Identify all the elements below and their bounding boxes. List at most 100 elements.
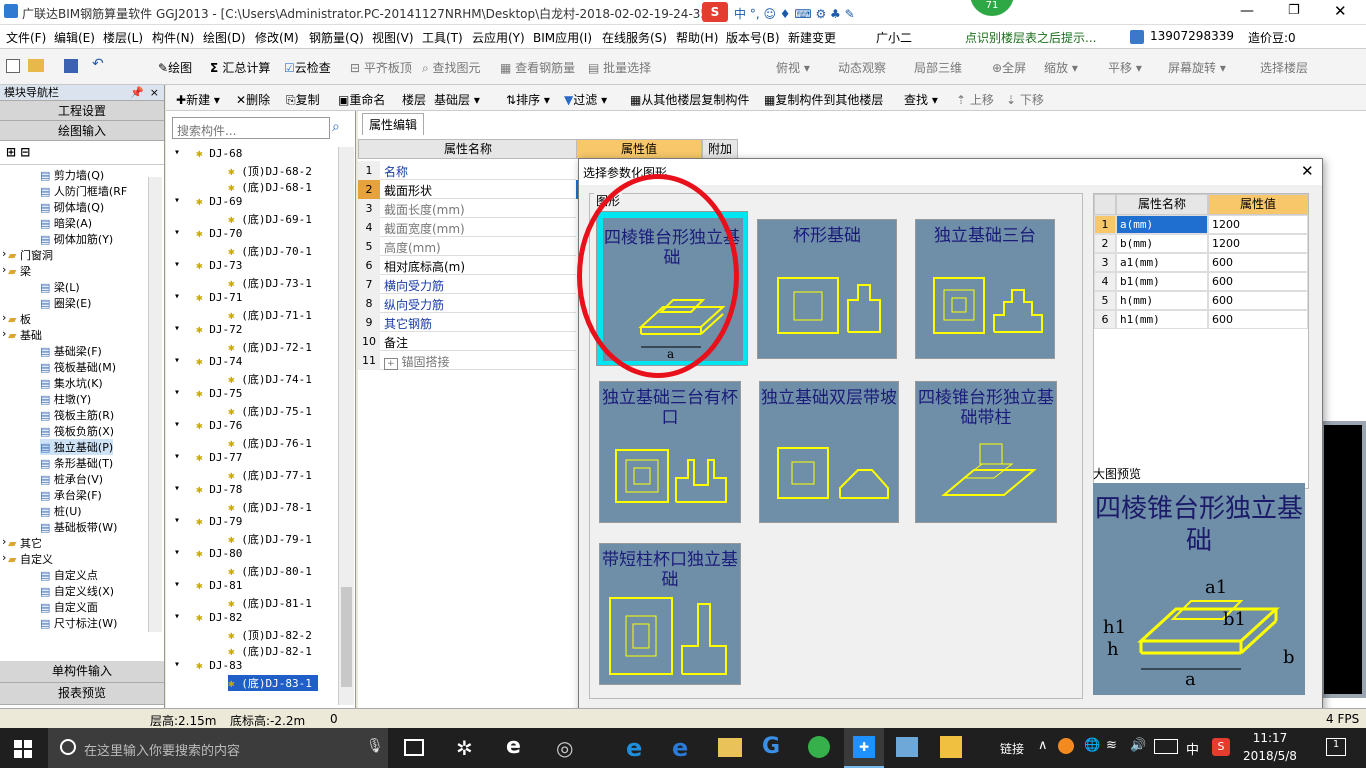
component-tree-item[interactable]: ✱ (底)DJ-74-1	[228, 371, 312, 387]
align-top-button[interactable]: ⊟ 平齐板顶	[350, 59, 412, 76]
copy-to-floor-button[interactable]: ▦复制构件到其他楼层	[764, 91, 883, 108]
component-tree-item[interactable]: ✱ (底)DJ-83-1	[228, 675, 318, 691]
nav-scrollbar[interactable]	[148, 177, 162, 632]
fullscreen-button[interactable]: ⊕全屏	[992, 59, 1026, 76]
shape-card-3[interactable]: 独立基础三台	[915, 219, 1055, 359]
tray-sogou-icon[interactable]: S	[1212, 738, 1230, 756]
nav-tree-item[interactable]: ▤ 柱墩(Y)	[40, 391, 91, 407]
new-component-button[interactable]: ✚新建 ▾	[176, 91, 220, 108]
summary-calc-button[interactable]: Σ 汇总计算	[210, 59, 270, 76]
nav-tree-item[interactable]: ▤ 剪力墙(Q)	[40, 167, 104, 183]
component-tree-item[interactable]: ✱ (底)DJ-70-1	[228, 243, 312, 259]
component-tree-item[interactable]: ✱ (底)DJ-79-1	[228, 531, 312, 547]
component-tree-item[interactable]: ✱ (底)DJ-82-1	[228, 643, 312, 659]
tray-keyboard-icon[interactable]	[1154, 739, 1178, 754]
collapse-toggle-icon[interactable]: ▾	[174, 259, 180, 270]
nav-tree-item[interactable]: › ▰ 其它	[2, 535, 42, 551]
nav-tree-item[interactable]: ▤ 条形基础(T)	[40, 455, 113, 471]
menu-view[interactable]: 视图(V)	[372, 29, 414, 46]
edge-icon[interactable]: e	[626, 734, 642, 762]
move-down-button[interactable]: ⇣ 下移	[1006, 91, 1044, 108]
component-tree-item[interactable]: ✱ (底)DJ-69-1	[228, 211, 312, 227]
tray-ime[interactable]: 中	[1186, 739, 1199, 758]
collapse-toggle-icon[interactable]: ▾	[174, 355, 180, 366]
expand-toggle-icon[interactable]: ›	[2, 551, 6, 564]
section-single-input[interactable]: 单构件输入	[0, 661, 164, 683]
component-tree-item[interactable]: ✱ (底)DJ-78-1	[228, 499, 312, 515]
component-tree-item[interactable]: ▾ ✱ DJ-71	[174, 291, 242, 304]
local-3d-button[interactable]: 局部三维	[914, 59, 962, 76]
component-tree-item[interactable]: ✱ (底)DJ-80-1	[228, 563, 312, 579]
component-tree-item[interactable]: ▾ ✱ DJ-79	[174, 515, 242, 528]
nav-tree-item[interactable]: ▤ 桩(U)	[40, 503, 82, 519]
expand-plus-icon[interactable]: +	[384, 358, 398, 370]
nav-tree-item[interactable]: ▤ 尺寸标注(W)	[40, 615, 117, 631]
expand-toggle-icon[interactable]: ›	[2, 311, 6, 324]
nav-tree-item[interactable]: ▤ 基础梁(F)	[40, 343, 102, 359]
nav-tree-item[interactable]: ▤ 筏板主筋(R)	[40, 407, 114, 423]
rename-button[interactable]: ▣重命名	[338, 91, 385, 108]
nav-tree-item[interactable]: › ▰ 基础	[2, 327, 42, 343]
find-element-button[interactable]: ⌕ 查找图元	[422, 59, 481, 76]
glodon-icon[interactable]: G	[762, 734, 780, 759]
restore-icon[interactable]: ❐	[1288, 3, 1300, 18]
nav-tree-item[interactable]: ▤ 砌体加筋(Y)	[40, 231, 113, 247]
component-tree-item[interactable]: ✱ (底)DJ-77-1	[228, 467, 312, 483]
search-input[interactable]: 搜索构件...	[172, 117, 330, 139]
collapse-toggle-icon[interactable]: ▾	[174, 227, 180, 238]
image-viewer-icon[interactable]	[896, 737, 918, 757]
component-tree-item[interactable]: ✱ (顶)DJ-82-2	[228, 627, 312, 643]
shape-card-2[interactable]: 杯形基础	[757, 219, 897, 359]
copy-button[interactable]: ⎘复制	[286, 91, 320, 108]
taskbar-search[interactable]: 在这里输入你要搜索的内容 🎙	[48, 728, 388, 768]
component-tree-item[interactable]: ✱ (底)DJ-81-1	[228, 595, 312, 611]
section-report-preview[interactable]: 报表预览	[0, 683, 164, 705]
notification-center-icon[interactable]: 1	[1326, 738, 1346, 756]
component-tree-item[interactable]: ▾ ✱ DJ-83	[174, 659, 242, 672]
collapse-toggle-icon[interactable]: ▾	[174, 147, 180, 158]
component-tree-item[interactable]: ▾ ✱ DJ-76	[174, 419, 242, 432]
green-app-icon[interactable]	[808, 736, 830, 758]
collapse-toggle-icon[interactable]: ▾	[174, 291, 180, 302]
menu-edit[interactable]: 编辑(E)	[54, 29, 95, 46]
component-tree-item[interactable]: ✱ (底)DJ-75-1	[228, 403, 312, 419]
menu-bim[interactable]: BIM应用(I)	[533, 29, 592, 46]
zoom-button[interactable]: 缩放 ▾	[1044, 59, 1078, 76]
tray-chevron-icon[interactable]: ∧	[1038, 738, 1048, 753]
component-tree-item[interactable]: ▾ ✱ DJ-72	[174, 323, 242, 336]
menu-modify[interactable]: 修改(M)	[255, 29, 299, 46]
shape-card-7[interactable]: 带短柱杯口独立基础	[599, 543, 741, 685]
component-tree-item[interactable]: ▾ ✱ DJ-69	[174, 195, 242, 208]
menu-draw[interactable]: 绘图(D)	[203, 29, 246, 46]
nav-tree-item[interactable]: ▤ 独立基础(P)	[40, 439, 114, 455]
collapse-toggle-icon[interactable]: ▾	[174, 451, 180, 462]
menu-rebar[interactable]: 钢筋量(Q)	[309, 29, 364, 46]
dialog-close-icon[interactable]: ✕	[1301, 162, 1314, 180]
nav-tree-item[interactable]: ▤ 桩承台(V)	[40, 471, 103, 487]
view-rebar-button[interactable]: ▦ 查看钢筋量	[500, 59, 575, 76]
component-tree-item[interactable]: ▾ ✱ DJ-68	[174, 147, 242, 160]
menu-guangxiaoer[interactable]: 广小二	[876, 29, 912, 46]
component-tree-item[interactable]: ✱ (底)DJ-68-1	[228, 179, 312, 195]
collapse-toggle-icon[interactable]: ▾	[174, 579, 180, 590]
batch-select-button[interactable]: ▤ 批量选择	[588, 59, 651, 76]
nav-tree-item[interactable]: ▤ 暗梁(A)	[40, 215, 92, 231]
component-tree-item[interactable]: ▾ ✱ DJ-77	[174, 451, 242, 464]
hint-text[interactable]: 点识别楼层表之后提示...	[965, 29, 1096, 46]
collapse-toggle-icon[interactable]: ▾	[174, 419, 180, 430]
ie-icon[interactable]: e	[506, 734, 521, 759]
start-windows-icon[interactable]	[14, 740, 32, 758]
top-view-button[interactable]: 俯视 ▾	[776, 59, 810, 76]
nav-tree-item[interactable]: › ▰ 梁	[2, 263, 31, 279]
drawing-canvas[interactable]	[1320, 421, 1366, 698]
menu-component[interactable]: 构件(N)	[152, 29, 194, 46]
collapse-toggle-icon[interactable]: ▾	[174, 515, 180, 526]
shape-card-6[interactable]: 四棱锥台形独立基础带柱	[915, 381, 1057, 523]
nav-tree-item[interactable]: ▤ 基础板带(W)	[40, 519, 117, 535]
search-icon[interactable]: ⌕	[332, 119, 340, 135]
tab-property-edit[interactable]: 属性编辑	[362, 113, 425, 135]
component-tree-item[interactable]: ▾ ✱ DJ-78	[174, 483, 242, 496]
microphone-icon[interactable]: 🎙	[366, 738, 384, 754]
expand-collapse-icons[interactable]: ⊞ ⊟	[0, 141, 164, 165]
collapse-toggle-icon[interactable]: ▾	[174, 323, 180, 334]
